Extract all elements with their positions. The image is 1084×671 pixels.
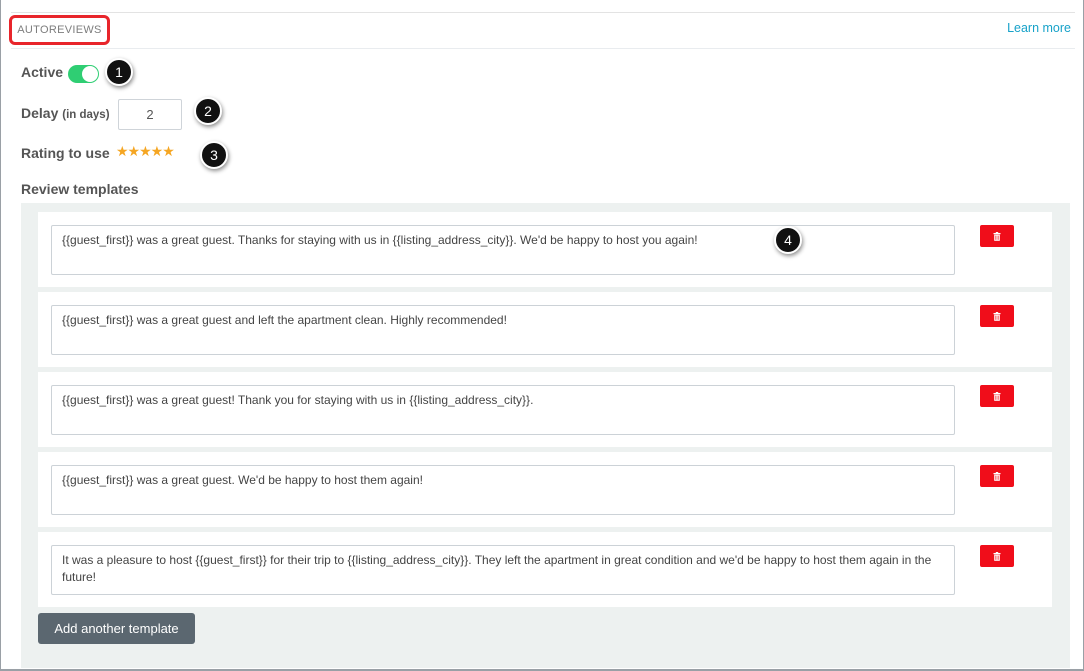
template-card: {{guest_first}} was a great guest. Thank… <box>38 212 1052 287</box>
template-textarea[interactable]: {{guest_first}} was a great guest and le… <box>51 305 955 355</box>
callout-2: 2 <box>194 97 222 125</box>
rating-stars[interactable]: ★★★★★ <box>116 143 175 160</box>
autoreviews-panel: AUTOREVIEWS Learn more Active 1 Delay (i… <box>0 0 1084 671</box>
learn-more-link[interactable]: Learn more <box>1007 21 1071 35</box>
template-card: It was a pleasure to host {{guest_first}… <box>38 532 1052 607</box>
template-card: {{guest_first}} was a great guest. We'd … <box>38 452 1052 527</box>
active-toggle[interactable] <box>68 65 99 83</box>
trash-icon <box>993 311 1001 321</box>
delete-template-button[interactable] <box>980 385 1014 407</box>
delete-template-button[interactable] <box>980 225 1014 247</box>
delay-hint: (in days) <box>62 109 110 121</box>
template-card: {{guest_first}} was a great guest and le… <box>38 292 1052 367</box>
trash-icon <box>993 471 1001 481</box>
template-textarea[interactable]: {{guest_first}} was a great guest. We'd … <box>51 465 955 515</box>
trash-icon <box>993 231 1001 241</box>
toggle-knob <box>82 66 98 82</box>
template-textarea[interactable]: {{guest_first}} was a great guest. Thank… <box>51 225 955 275</box>
section-title: AUTOREVIEWS <box>9 15 110 45</box>
delete-template-button[interactable] <box>980 545 1014 567</box>
callout-3: 3 <box>200 141 228 169</box>
delete-template-button[interactable] <box>980 305 1014 327</box>
delete-template-button[interactable] <box>980 465 1014 487</box>
add-template-button[interactable]: Add another template <box>38 613 195 644</box>
delay-label: Delay (in days) <box>21 105 110 121</box>
delay-label-text: Delay <box>21 105 59 121</box>
top-divider <box>11 12 1075 13</box>
rating-label: Rating to use <box>21 145 110 161</box>
template-card: {{guest_first}} was a great guest! Thank… <box>38 372 1052 447</box>
template-textarea[interactable]: It was a pleasure to host {{guest_first}… <box>51 545 955 595</box>
trash-icon <box>993 391 1001 401</box>
header-divider <box>11 48 1075 49</box>
template-textarea[interactable]: {{guest_first}} was a great guest! Thank… <box>51 385 955 435</box>
callout-4: 4 <box>774 226 802 254</box>
review-templates-heading: Review templates <box>21 181 139 197</box>
active-label: Active <box>21 64 64 80</box>
callout-1: 1 <box>105 58 133 86</box>
trash-icon <box>993 551 1001 561</box>
delay-input[interactable] <box>118 99 182 130</box>
